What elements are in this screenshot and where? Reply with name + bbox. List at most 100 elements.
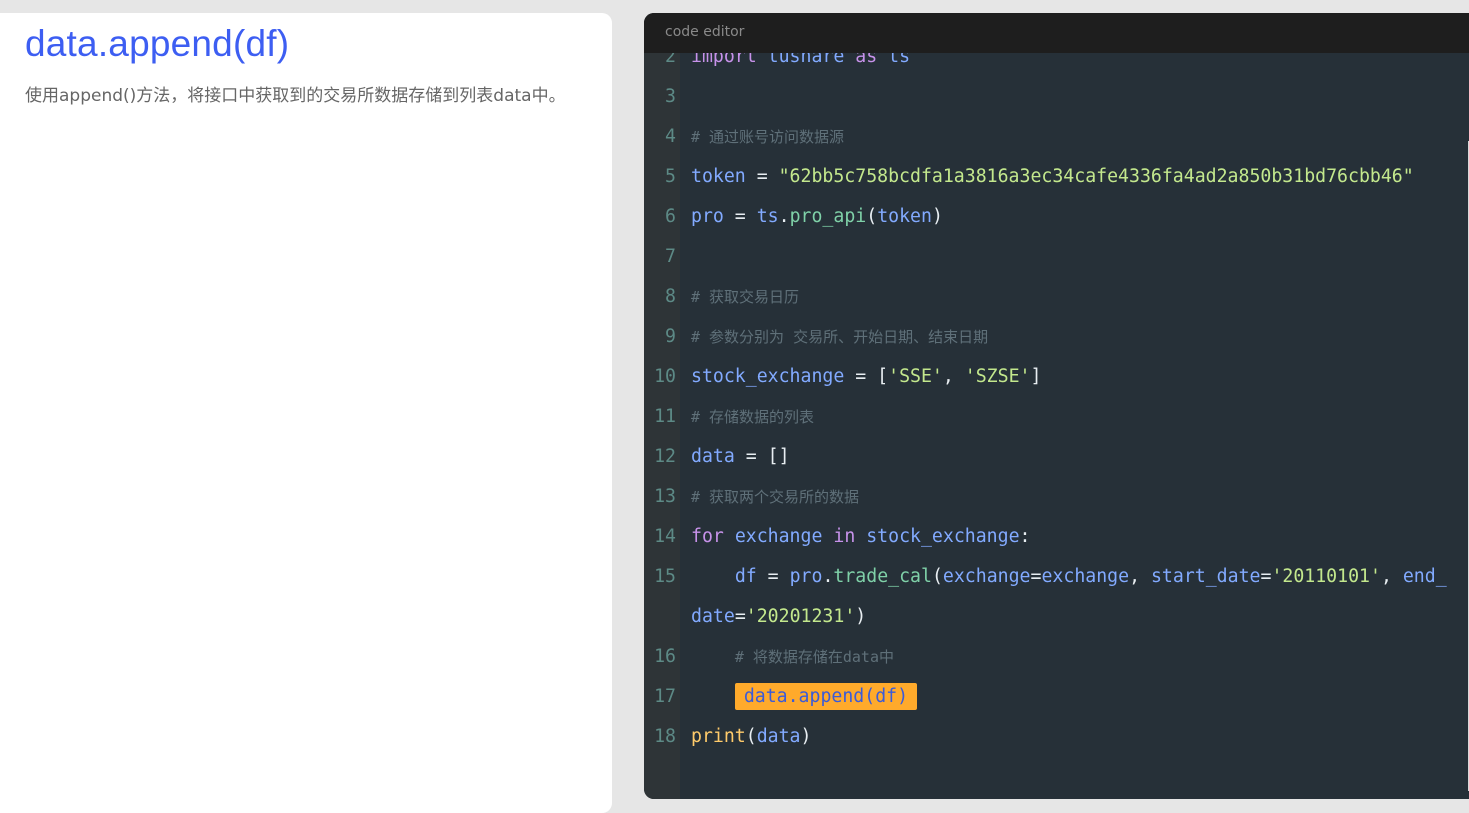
code-token: '20110101' xyxy=(1271,566,1381,587)
code-token: = xyxy=(734,606,746,627)
code-line[interactable]: 13 # 获取两个交易所的数据 xyxy=(644,477,1469,517)
code-token: ( xyxy=(866,206,878,227)
code-line[interactable]: 8 # 获取交易日历 xyxy=(644,277,1469,317)
code-token: # 将数据存储在data中 xyxy=(734,648,894,666)
line-text: print(data) xyxy=(691,717,811,757)
code-token: , xyxy=(1380,566,1403,587)
code-line[interactable]: 14 for exchange in stock_exchange: xyxy=(644,517,1469,557)
line-text: # 获取交易日历 xyxy=(691,277,799,317)
code-token: stock_exchange xyxy=(691,366,845,387)
code-line[interactable]: 16 # 将数据存储在data中 xyxy=(644,637,1469,677)
code-token: ts xyxy=(756,206,779,227)
code-token: pro_api xyxy=(789,206,867,227)
code-token: 'SSE' xyxy=(888,366,943,387)
editor-header: code editor xyxy=(644,13,1469,53)
code-token: data xyxy=(691,446,735,467)
code-token: in xyxy=(833,526,856,547)
line-number: 14 xyxy=(654,526,676,547)
code-line[interactable]: 17 data.append(df) xyxy=(644,677,1469,717)
line-number: 4 xyxy=(665,126,676,147)
code-token: print xyxy=(691,726,746,747)
code-token: token xyxy=(877,206,932,227)
line-text: df = pro.trade_cal(exchange=exchange, st… xyxy=(691,557,1447,597)
code-token: = xyxy=(756,566,790,587)
code-token: end_ xyxy=(1402,566,1447,587)
code-token: = [ xyxy=(844,366,889,387)
code-line[interactable]: 7 xyxy=(644,237,1469,277)
code-token: exchange xyxy=(1041,566,1130,587)
line-text: # 参数分别为 交易所、开始日期、结束日期 xyxy=(691,317,988,357)
code-line[interactable]: 6 pro = ts.pro_api(token) xyxy=(644,197,1469,237)
line-number: 16 xyxy=(654,646,676,667)
code-line[interactable]: 3 xyxy=(644,77,1469,117)
code-token: ] xyxy=(1030,366,1042,387)
line-number: 13 xyxy=(654,486,676,507)
code-token: token xyxy=(691,166,746,187)
line-number: 8 xyxy=(665,286,676,307)
instruction-description: 使用append()方法，将接口中获取到的交易所数据存储到列表data中。 xyxy=(25,86,566,106)
code-token: # 存储数据的列表 xyxy=(691,408,815,426)
code-line[interactable]: 15 df = pro.trade_cal(exchange=exchange,… xyxy=(644,557,1469,597)
line-number: 12 xyxy=(654,446,676,467)
code-token: for xyxy=(691,526,724,547)
code-line[interactable]: 4 # 通过账号访问数据源 xyxy=(644,117,1469,157)
line-number: 10 xyxy=(654,366,676,387)
code-token: exchange xyxy=(734,526,823,547)
code-token: . xyxy=(778,206,790,227)
highlighted-code: data.append(df) xyxy=(734,683,918,710)
line-text: # 存储数据的列表 xyxy=(691,397,814,437)
line-number: 7 xyxy=(665,246,676,267)
line-number: 18 xyxy=(654,726,676,747)
line-number: 11 xyxy=(654,406,676,427)
instruction-panel: data.append(df) 使用append()方法，将接口中获取到的交易所… xyxy=(0,13,612,813)
code-line[interactable]: 18 print(data) xyxy=(644,717,1469,757)
code-token: . xyxy=(822,566,834,587)
line-text: # 将数据存储在data中 xyxy=(691,637,894,677)
code-token: stock_exchange xyxy=(866,526,1020,547)
code-line[interactable]: date='20201231') xyxy=(644,597,1469,637)
code-area[interactable]: 2 import tushare as ts 3 4 # 通过账号访问数据源 5 token… xyxy=(644,37,1469,757)
code-token: = xyxy=(723,206,757,227)
line-text: data = [] xyxy=(691,437,790,477)
code-token: exchange xyxy=(942,566,1031,587)
line-text: pro = ts.pro_api(token) xyxy=(691,197,943,237)
code-token: ( xyxy=(745,726,757,747)
line-number: 15 xyxy=(654,566,676,587)
code-token: # 通过账号访问数据源 xyxy=(691,128,845,146)
line-text: data.append(df) xyxy=(691,677,918,717)
line-text: # 通过账号访问数据源 xyxy=(691,117,844,157)
code-line[interactable]: 9 # 参数分别为 交易所、开始日期、结束日期 xyxy=(644,317,1469,357)
code-token: # 获取交易日历 xyxy=(691,288,800,306)
code-token: '20201231' xyxy=(745,606,856,627)
code-token: = xyxy=(745,166,779,187)
code-line[interactable]: 10 stock_exchange = ['SSE', 'SZSE'] xyxy=(644,357,1469,397)
code-token: = xyxy=(1030,566,1042,587)
line-text: for exchange in stock_exchange: xyxy=(691,517,1031,557)
code-token: df xyxy=(734,566,757,587)
code-line[interactable]: 11 # 存储数据的列表 xyxy=(644,397,1469,437)
code-token: ) xyxy=(931,206,943,227)
line-number: 6 xyxy=(665,206,676,227)
code-token: pro xyxy=(691,206,724,227)
code-line[interactable]: 5 token = "62bb5c758bcdfa1a3816a3ec34cafe… xyxy=(644,157,1469,197)
code-token: , xyxy=(1129,566,1151,587)
code-token: trade_cal xyxy=(833,566,932,587)
line-number: 5 xyxy=(665,166,676,187)
line-number: 9 xyxy=(665,326,676,347)
code-token: data xyxy=(756,726,801,747)
instruction-title: data.append(df) xyxy=(25,23,290,64)
line-text: token = "62bb5c758bcdfa1a3816a3ec34cafe4… xyxy=(691,157,1414,197)
code-token: # 参数分别为 交易所、开始日期、结束日期 xyxy=(691,328,989,346)
code-editor[interactable]: 2 import tushare as ts 3 4 # 通过账号访问数据源 5 token… xyxy=(644,13,1469,799)
line-number: 17 xyxy=(654,686,676,707)
code-token: = [] xyxy=(734,446,790,467)
line-text: # 获取两个交易所的数据 xyxy=(691,477,859,517)
code-line[interactable]: 12 data = [] xyxy=(644,437,1469,477)
code-token: 'SZSE' xyxy=(964,366,1031,387)
code-token: date xyxy=(691,606,735,627)
editor-header-label: code editor xyxy=(665,24,745,40)
